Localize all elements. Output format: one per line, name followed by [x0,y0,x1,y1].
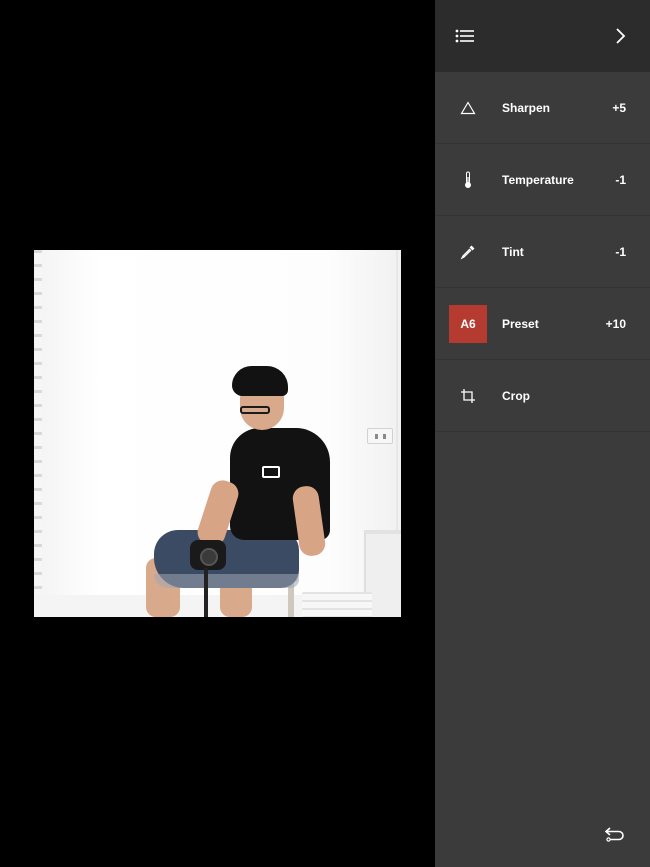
panel-header [435,0,650,72]
crop-icon [449,377,487,415]
tool-label: Tint [502,245,524,259]
tool-label: Temperature [502,173,574,187]
tool-label: Sharpen [502,101,551,115]
photo-person-glasses [240,406,270,414]
photo-person-hair [232,366,288,396]
tool-value: +5 [612,101,626,115]
tool-row-tint[interactable]: Tint -1 [435,216,650,288]
preset-badge: A6 [449,305,487,343]
photo-tee-print [262,466,280,478]
tool-row-crop[interactable]: Crop [435,360,650,432]
tool-value: -1 [615,173,626,187]
tools-panel: Sharpen +5 Temperature -1 Tint -1 A6 Pre… [435,0,650,867]
photo-window-edge [34,250,42,617]
tool-value: -1 [615,245,626,259]
chevron-right-icon[interactable] [602,18,638,54]
thermometer-icon [449,161,487,199]
dropper-icon [449,233,487,271]
photo-canvas [0,0,435,867]
photo-camera [190,540,226,570]
triangle-icon [449,89,487,127]
tool-row-temperature[interactable]: Temperature -1 [435,144,650,216]
list-icon[interactable] [447,18,483,54]
photo-wall-outlet [367,428,393,444]
tool-label: Preset [502,317,539,331]
photo-camera-strap [204,568,208,617]
preset-badge-label: A6 [449,305,487,343]
edited-photo[interactable] [34,250,401,617]
photo-bench [302,592,372,617]
tool-value: +10 [605,317,626,331]
tool-row-preset[interactable]: A6 Preset +10 [435,288,650,360]
undo-icon[interactable] [599,818,631,850]
tool-label: Crop [502,389,530,403]
tool-row-sharpen[interactable]: Sharpen +5 [435,72,650,144]
